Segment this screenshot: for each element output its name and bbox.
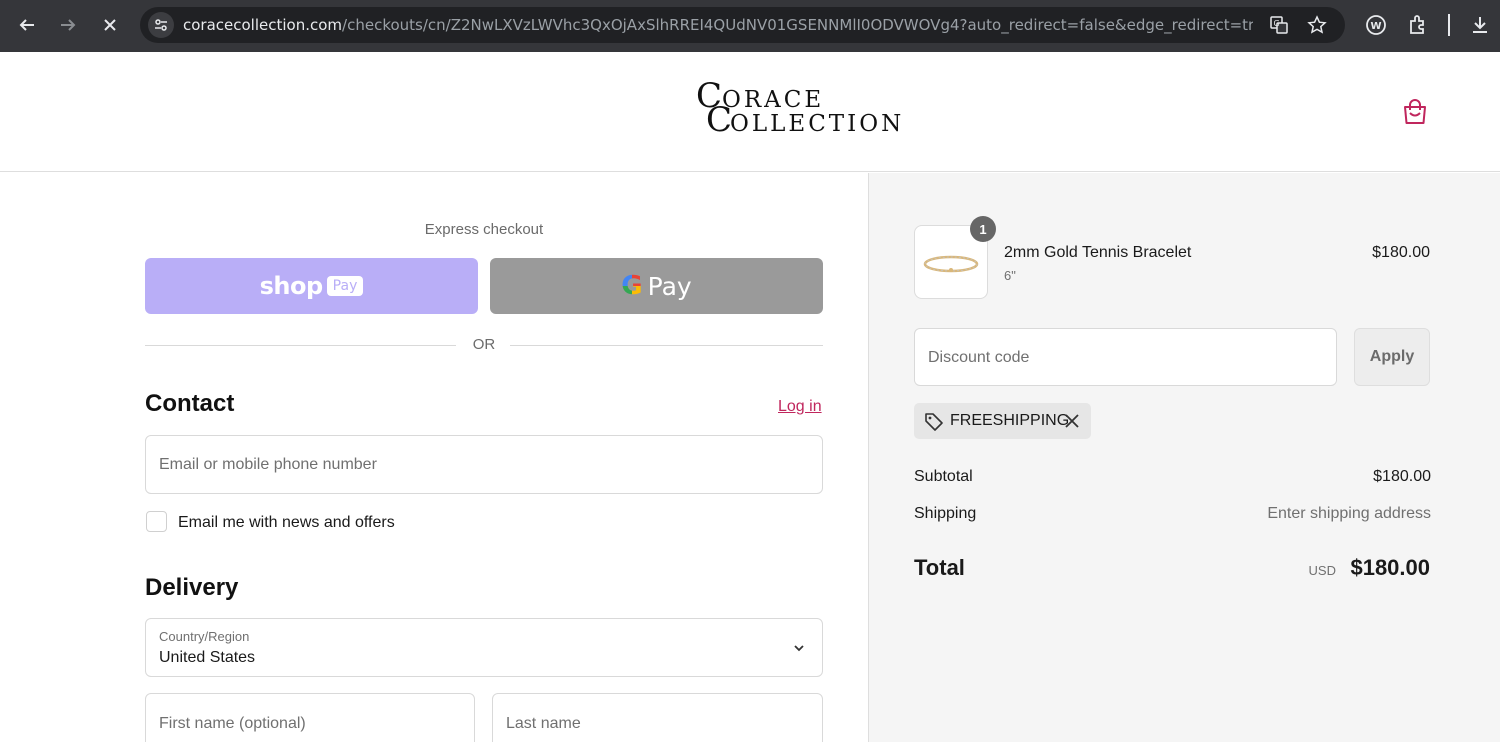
chevron-down-icon bbox=[794, 645, 804, 652]
url-text: coracecollection.com/checkouts/cn/Z2NwLX… bbox=[183, 16, 1253, 34]
product-price: $180.00 bbox=[1372, 244, 1430, 261]
or-divider: OR bbox=[145, 336, 823, 356]
product-variant: 6" bbox=[1004, 268, 1016, 283]
last-name-field[interactable]: Last name bbox=[492, 693, 823, 742]
shop-pay-button[interactable]: shop Pay bbox=[145, 258, 478, 314]
total-label: Total bbox=[914, 555, 965, 580]
download-icon[interactable] bbox=[1469, 14, 1491, 36]
currency-code: USD bbox=[1308, 563, 1336, 578]
delivery-heading: Delivery bbox=[145, 574, 239, 601]
shopping-bag-icon[interactable] bbox=[1402, 98, 1428, 126]
toolbar-divider bbox=[1448, 14, 1450, 36]
svg-text:W: W bbox=[1371, 21, 1382, 32]
applied-discount-tag: FREESHIPPING bbox=[914, 403, 1091, 439]
forward-button[interactable] bbox=[54, 11, 82, 39]
email-field[interactable]: Email or mobile phone number bbox=[145, 435, 823, 494]
tag-icon bbox=[925, 413, 943, 431]
extension-w-icon[interactable]: W bbox=[1365, 14, 1387, 36]
express-checkout-label: Express checkout bbox=[424, 221, 544, 238]
close-icon bbox=[104, 19, 116, 31]
order-summary: 1 2mm Gold Tennis Bracelet 6" $180.00 Di… bbox=[868, 173, 1500, 742]
extensions-puzzle-icon[interactable] bbox=[1407, 14, 1429, 36]
stop-loading-button[interactable] bbox=[96, 11, 124, 39]
remove-discount-icon[interactable] bbox=[1063, 412, 1081, 430]
country-select[interactable]: Country/Region United States bbox=[145, 618, 823, 677]
first-name-field[interactable]: First name (optional) bbox=[145, 693, 475, 742]
product-name: 2mm Gold Tennis Bracelet bbox=[1004, 244, 1192, 261]
google-g-icon: G bbox=[621, 271, 643, 301]
site-info-button[interactable] bbox=[148, 12, 174, 38]
svg-text:G: G bbox=[1274, 19, 1280, 28]
bookmark-star-icon[interactable] bbox=[1307, 15, 1327, 35]
quantity-badge: 1 bbox=[970, 216, 996, 242]
contact-heading: Contact bbox=[145, 390, 235, 417]
arrow-right-icon bbox=[61, 19, 76, 31]
checkout-form: Express checkout shop Pay G Pay OR Conta… bbox=[0, 173, 868, 742]
newsletter-checkbox[interactable] bbox=[146, 511, 167, 532]
translate-icon[interactable]: G bbox=[1269, 15, 1289, 35]
back-button[interactable] bbox=[13, 11, 41, 39]
arrow-left-icon bbox=[19, 19, 34, 31]
shipping-row: Shipping Enter shipping address bbox=[914, 505, 1431, 522]
apply-button[interactable]: Apply bbox=[1354, 328, 1430, 386]
subtotal-row: Subtotal $180.00 bbox=[914, 468, 1431, 485]
address-bar[interactable]: coracecollection.com/checkouts/cn/Z2NwLX… bbox=[140, 7, 1345, 43]
browser-toolbar: coracecollection.com/checkouts/cn/Z2NwLX… bbox=[0, 0, 1500, 52]
google-pay-button[interactable]: G Pay bbox=[490, 258, 823, 314]
discount-code-field[interactable]: Discount code bbox=[914, 328, 1337, 386]
newsletter-label[interactable]: Email me with news and offers bbox=[178, 514, 395, 532]
log-in-link[interactable]: Log in bbox=[778, 398, 822, 416]
store-header: C ORACE C OLLECTION bbox=[0, 52, 1500, 172]
tune-icon bbox=[155, 19, 167, 31]
total-value: $180.00 bbox=[1350, 555, 1430, 580]
store-logo[interactable]: C ORACE C OLLECTION bbox=[696, 76, 901, 144]
